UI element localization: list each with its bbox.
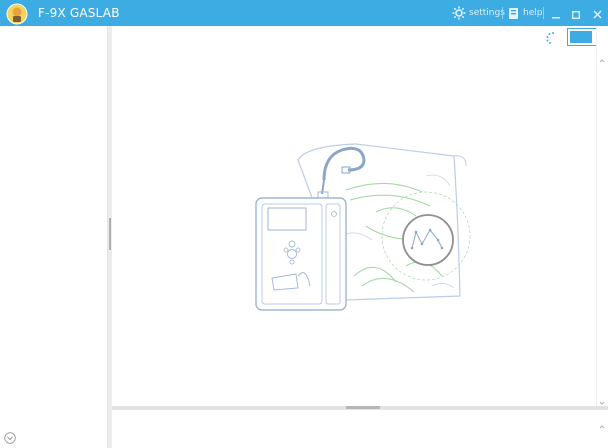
spinner-icon bbox=[544, 30, 558, 44]
progress-fill bbox=[570, 31, 592, 43]
settings-label: settings bbox=[469, 8, 505, 18]
title-bar: F-9X GASLAB settings help bbox=[0, 0, 608, 26]
close-button[interactable] bbox=[588, 4, 606, 22]
app-logo-icon bbox=[6, 3, 28, 25]
vertical-scrollbar[interactable] bbox=[596, 26, 608, 406]
maximize-button[interactable] bbox=[567, 4, 585, 22]
bottom-panel bbox=[112, 410, 608, 448]
titlebar-separator bbox=[502, 7, 503, 19]
titlebar-separator bbox=[543, 7, 544, 19]
scroll-down-arrow-icon[interactable] bbox=[598, 392, 606, 405]
help-label: help bbox=[523, 8, 543, 18]
horizontal-splitter-grip[interactable] bbox=[346, 406, 380, 409]
bottom-scroll-up-arrow-icon[interactable] bbox=[598, 416, 606, 429]
splitter-grip-handle[interactable] bbox=[109, 218, 111, 250]
maximize-icon bbox=[572, 4, 580, 23]
app-title: F-9X GASLAB bbox=[38, 6, 120, 20]
scroll-up-arrow-icon[interactable] bbox=[598, 50, 606, 63]
minimize-icon bbox=[552, 4, 560, 23]
minimize-button[interactable] bbox=[547, 4, 565, 22]
gear-icon bbox=[452, 6, 466, 20]
left-panel bbox=[0, 26, 108, 448]
analyzer-with-sample-bag-icon bbox=[246, 136, 482, 316]
expand-chevron-icon[interactable] bbox=[4, 429, 16, 444]
book-icon bbox=[508, 7, 520, 20]
close-icon bbox=[593, 4, 602, 23]
settings-button[interactable]: settings bbox=[452, 5, 505, 21]
help-button[interactable]: help bbox=[508, 5, 542, 21]
